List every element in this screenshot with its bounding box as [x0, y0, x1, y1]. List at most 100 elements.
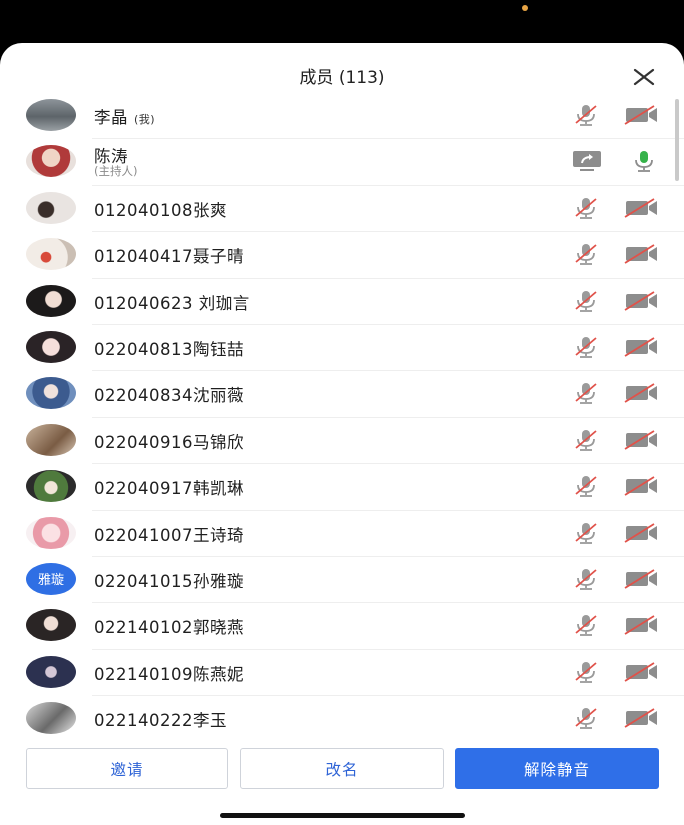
avatar[interactable]: [26, 470, 76, 503]
member-name: 022040917韩凯琳: [94, 475, 244, 499]
camera-button[interactable]: [624, 661, 660, 683]
home-indicator: [220, 813, 465, 818]
camera-off-icon: [624, 429, 657, 450]
mic-muted-icon: [575, 568, 597, 590]
member-row[interactable]: 022041007王诗琦: [0, 511, 684, 557]
mic-muted-icon: [575, 476, 597, 498]
avatar[interactable]: [26, 702, 76, 735]
member-name: 022041007王诗琦: [94, 522, 244, 546]
mic-button[interactable]: [630, 149, 658, 173]
member-name-text: 022040916马锦欣: [94, 432, 244, 452]
camera-off-icon: [624, 476, 657, 496]
camera-off-icon: [624, 290, 657, 311]
avatar[interactable]: [26, 284, 76, 317]
avatar[interactable]: [26, 145, 76, 178]
member-row[interactable]: 012040623 刘珈言: [0, 279, 684, 325]
member-name-text: 022040917韩凯琳: [94, 479, 244, 499]
camera-button[interactable]: [624, 707, 660, 729]
close-icon: [633, 68, 655, 86]
mic-button[interactable]: [572, 381, 600, 405]
unmute-button[interactable]: 解除静音: [455, 748, 659, 789]
host-label: (主持人): [94, 164, 138, 179]
camera-button[interactable]: [624, 475, 660, 497]
camera-button[interactable]: [624, 197, 660, 219]
mic-button[interactable]: [572, 474, 600, 498]
camera-off-icon: [624, 198, 657, 218]
member-row[interactable]: 012040417聂子晴: [0, 232, 684, 279]
mic-button[interactable]: [572, 242, 600, 266]
member-row[interactable]: 012040108张爽: [0, 186, 684, 233]
member-name: 022041015孙雅璇: [94, 568, 244, 592]
member-row[interactable]: 022140109陈燕妮: [0, 650, 684, 697]
member-row[interactable]: 022040834沈丽薇: [0, 371, 684, 418]
member-row[interactable]: 陈涛 (主持人): [0, 139, 684, 186]
mic-muted-icon: [575, 522, 597, 544]
member-row[interactable]: 022040813陶钰喆: [0, 325, 684, 372]
avatar[interactable]: [26, 330, 76, 363]
mic-button[interactable]: [572, 103, 600, 127]
mic-active-icon: [635, 151, 653, 173]
member-name: 李晶 (我): [94, 104, 155, 128]
member-name: 012040623 刘珈言: [94, 290, 250, 314]
avatar[interactable]: [26, 516, 76, 549]
member-name-text: 022140102郭晓燕: [94, 618, 244, 638]
member-list[interactable]: 李晶 (我) 陈涛 (主持人) 012040108张爽 012040417聂子晴 01204…: [0, 93, 684, 741]
member-name: 012040108张爽: [94, 197, 227, 221]
member-row[interactable]: 022140102郭晓燕: [0, 603, 684, 650]
member-name-text: 012040417聂子晴: [94, 247, 244, 267]
screen-share-button[interactable]: [570, 149, 606, 173]
member-row[interactable]: 022040917韩凯琳: [0, 464, 684, 511]
member-name-text: 022040813陶钰喆: [94, 339, 244, 359]
mic-button[interactable]: [572, 567, 600, 591]
member-name: 022040834沈丽薇: [94, 382, 244, 406]
camera-button[interactable]: [624, 568, 660, 590]
screen-share-icon: [573, 151, 601, 172]
camera-button[interactable]: [624, 243, 660, 265]
invite-button[interactable]: 邀请: [26, 748, 228, 789]
member-row[interactable]: 雅璇 022041015孙雅璇: [0, 557, 684, 604]
camera-button[interactable]: [624, 429, 660, 451]
member-name: 022040916马锦欣: [94, 429, 244, 453]
camera-button[interactable]: [624, 522, 660, 544]
close-button[interactable]: [630, 63, 658, 91]
camera-off-icon: [624, 569, 657, 589]
avatar[interactable]: [26, 423, 76, 456]
member-name-text: 022140222李玉: [94, 711, 227, 731]
avatar[interactable]: [26, 655, 76, 688]
member-name: 022140102郭晓燕: [94, 614, 244, 638]
mic-muted-icon: [575, 197, 597, 219]
mic-button[interactable]: [572, 706, 600, 730]
member-name: 012040417聂子晴: [94, 243, 244, 267]
mic-button[interactable]: [572, 196, 600, 220]
avatar[interactable]: [26, 238, 76, 271]
mic-button[interactable]: [572, 428, 600, 452]
mic-button[interactable]: [572, 335, 600, 359]
mic-muted-icon: [575, 336, 597, 358]
members-sheet: 成员 (113) 李晶 (我) 陈涛 (主持人) 012040108张爽 01204041…: [0, 43, 684, 825]
avatar[interactable]: [26, 377, 76, 410]
page-title: 成员 (113): [299, 68, 385, 88]
camera-button[interactable]: [624, 382, 660, 404]
avatar[interactable]: [26, 609, 76, 642]
camera-button[interactable]: [624, 104, 660, 126]
avatar[interactable]: [26, 191, 76, 224]
mic-button[interactable]: [572, 660, 600, 684]
mic-button[interactable]: [572, 521, 600, 545]
member-name: 022140109陈燕妮: [94, 661, 244, 685]
mic-button[interactable]: [572, 613, 600, 637]
member-row[interactable]: 李晶 (我): [0, 93, 684, 140]
mic-muted-icon: [575, 383, 597, 405]
mic-button[interactable]: [572, 289, 600, 313]
member-row[interactable]: 022040916马锦欣: [0, 418, 684, 465]
scrollbar[interactable]: [675, 99, 679, 181]
avatar[interactable]: 雅璇: [26, 562, 76, 595]
rename-button[interactable]: 改名: [240, 748, 444, 789]
member-row[interactable]: 022140222李玉: [0, 696, 684, 741]
mic-muted-icon: [575, 615, 597, 637]
avatar[interactable]: [26, 99, 76, 131]
status-indicator-dot: [522, 5, 528, 11]
camera-button[interactable]: [624, 614, 660, 636]
camera-button[interactable]: [624, 336, 660, 358]
footer-actions: 邀请 改名 解除静音: [0, 747, 684, 797]
camera-button[interactable]: [624, 290, 660, 312]
